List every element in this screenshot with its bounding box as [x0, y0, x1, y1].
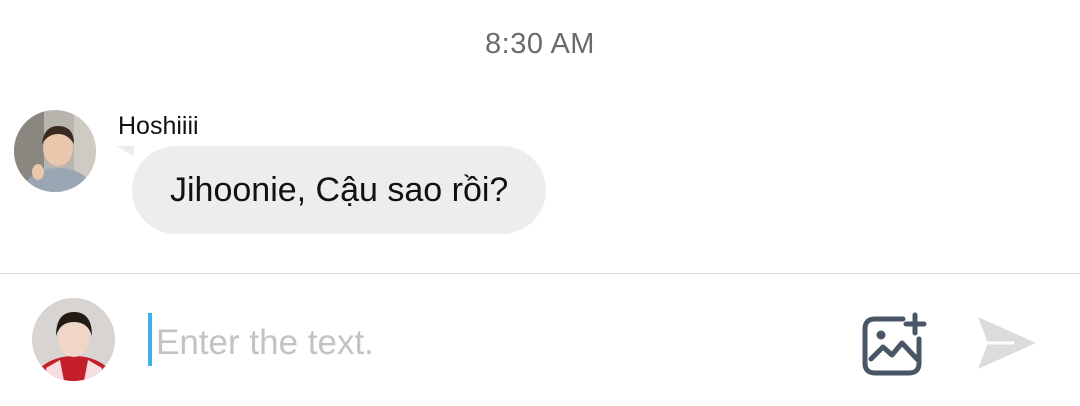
- send-arrow-icon: [978, 317, 1036, 369]
- sender-name: Hoshiiii: [118, 112, 199, 140]
- message-timestamp: 8:30 AM: [485, 28, 595, 60]
- my-avatar[interactable]: [32, 298, 115, 381]
- text-caret: [148, 313, 152, 366]
- send-button[interactable]: [972, 310, 1042, 376]
- message-bubble[interactable]: Jihoonie, Cậu sao rồi?: [132, 146, 547, 234]
- message-text: Jihoonie, Cậu sao rồi?: [170, 170, 509, 209]
- add-image-button[interactable]: [858, 308, 930, 380]
- bubble-tail: [116, 146, 134, 156]
- chat-screen: 8:30 AM Hoshiiii Jihoonie, Cậu sao rồi?: [0, 0, 1080, 406]
- message-input[interactable]: [156, 318, 816, 368]
- sender-avatar[interactable]: [14, 110, 96, 192]
- my-avatar-image: [32, 298, 115, 381]
- image-plus-icon: [862, 312, 927, 376]
- composer-divider: [0, 273, 1080, 274]
- sender-avatar-image: [14, 110, 96, 192]
